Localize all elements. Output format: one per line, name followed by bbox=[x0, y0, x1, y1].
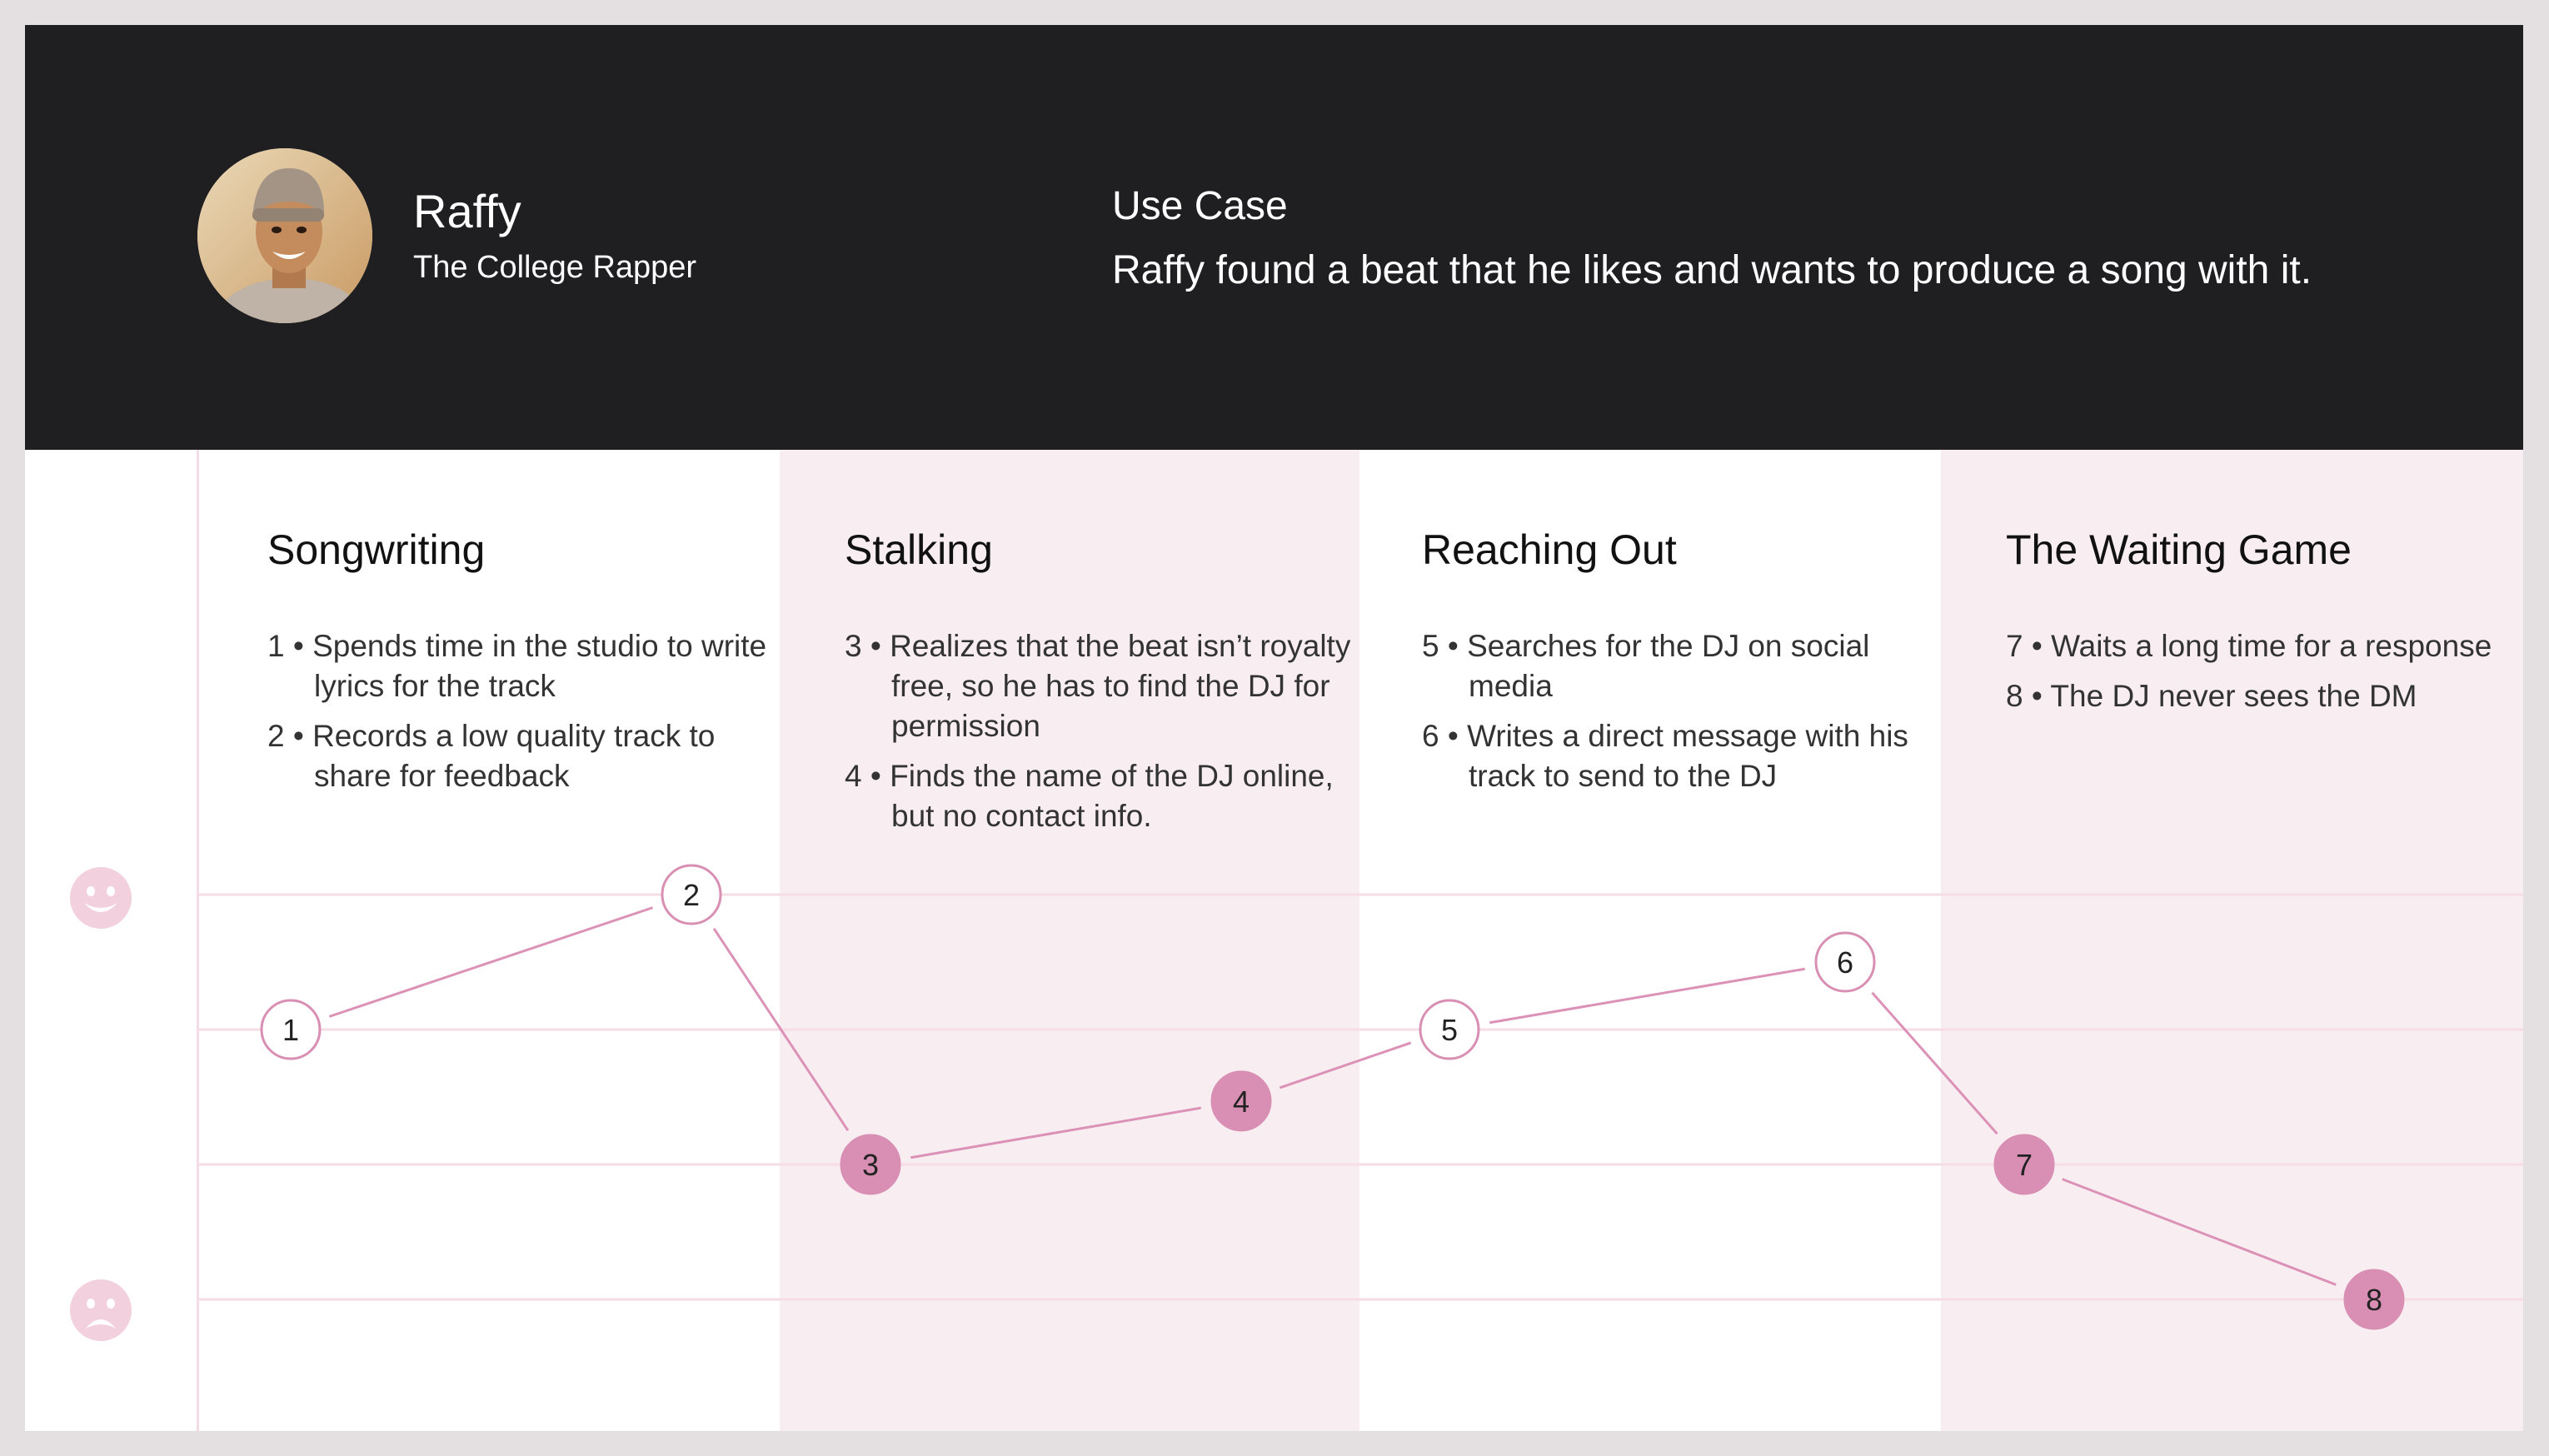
journey-point-label: 5 bbox=[1441, 1013, 1458, 1047]
emotion-journey-graph: 1 2 3 4 5 6 7 8 bbox=[197, 864, 2523, 1330]
journey-point-label: 4 bbox=[1233, 1085, 1250, 1119]
journey-point: 2 bbox=[661, 864, 722, 925]
journey-point-label: 1 bbox=[282, 1013, 299, 1047]
journey-point-label: 7 bbox=[2016, 1148, 2033, 1182]
journey-points: 1 2 3 4 5 6 7 8 bbox=[260, 864, 2405, 1330]
journey-point-label: 3 bbox=[862, 1148, 879, 1182]
journey-link bbox=[1279, 1041, 1412, 1090]
journey-point: 5 bbox=[1419, 999, 1480, 1060]
journey-point-label: 6 bbox=[1837, 945, 1853, 980]
journey-link bbox=[1871, 991, 1998, 1135]
journey-point: 8 bbox=[2343, 1269, 2405, 1330]
journey-point-label: 8 bbox=[2366, 1283, 2382, 1317]
emotion-grid-lines bbox=[197, 893, 2523, 1301]
journey-link bbox=[2062, 1178, 2337, 1286]
journey-point: 1 bbox=[260, 999, 322, 1060]
journey-point: 4 bbox=[1210, 1070, 1272, 1132]
journey-map: Raffy The College Rapper Use Case Raffy … bbox=[25, 25, 2523, 1431]
journey-point: 6 bbox=[1814, 931, 1876, 993]
journey-point: 7 bbox=[1993, 1134, 2055, 1195]
journey-link bbox=[910, 1106, 1201, 1159]
journey-point-label: 2 bbox=[683, 878, 700, 912]
journey-point: 3 bbox=[840, 1134, 901, 1195]
journey-link bbox=[1489, 967, 1805, 1025]
journey-line bbox=[328, 906, 2337, 1286]
journey-link bbox=[328, 906, 654, 1018]
